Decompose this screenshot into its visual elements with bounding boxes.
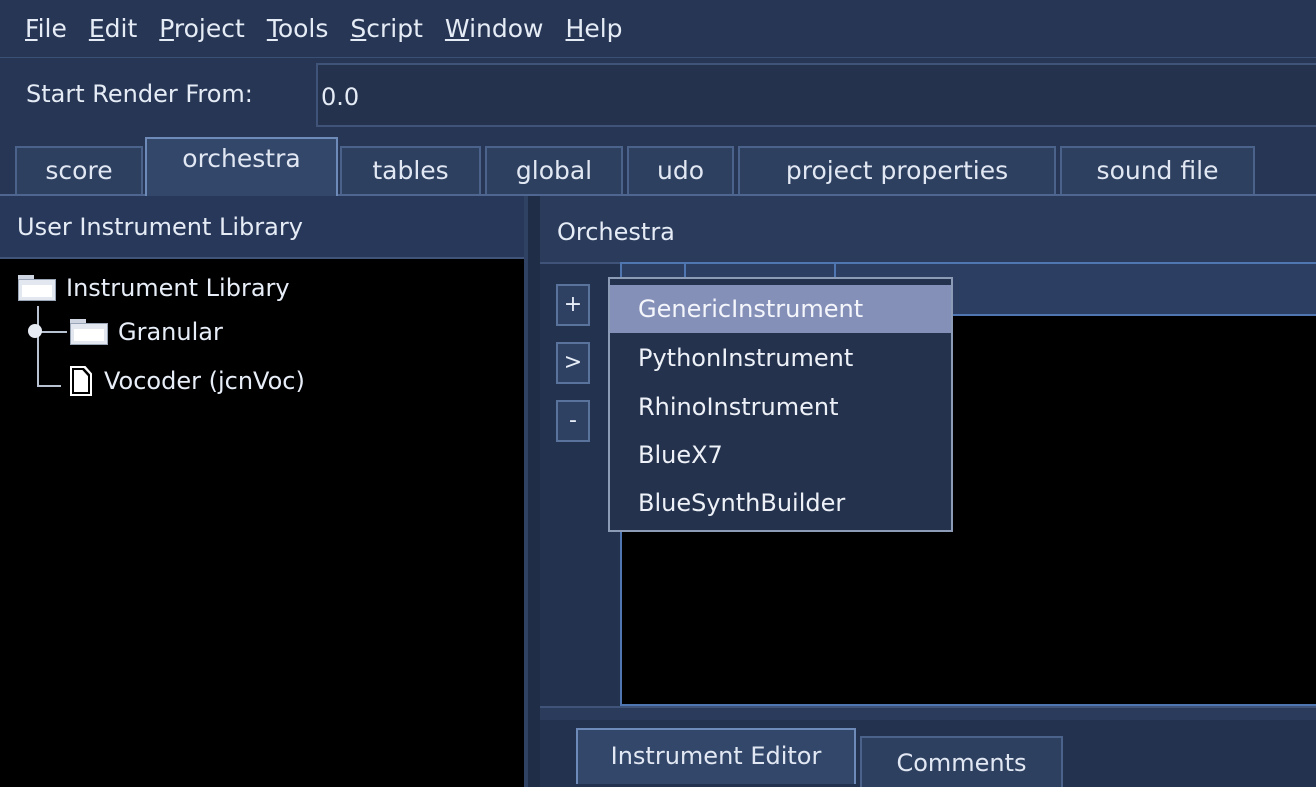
- tab-global[interactable]: global: [485, 146, 623, 194]
- tab-sound-file[interactable]: sound file: [1060, 146, 1255, 194]
- document-icon: [70, 366, 92, 396]
- menu-tools[interactable]: Tools: [267, 14, 329, 43]
- tab-instrument-editor[interactable]: Instrument Editor: [576, 728, 856, 784]
- menu-window-label: indow: [469, 14, 544, 43]
- tab-comments[interactable]: Comments: [860, 736, 1063, 787]
- tab-udo[interactable]: udo: [627, 146, 734, 194]
- menu-item-bluex7[interactable]: BlueX7: [610, 431, 951, 479]
- menu-help[interactable]: Help: [566, 14, 623, 43]
- menu-item-bluesynthbuilder[interactable]: BlueSynthBuilder: [610, 479, 951, 527]
- main-tab-bar: score orchestra tables global udo projec…: [0, 130, 1316, 196]
- menu-script-label: cript: [366, 14, 423, 43]
- menu-project-mnemonic: P: [159, 14, 174, 43]
- menu-tools-mnemonic: T: [266, 14, 278, 43]
- tree-connector-line: [37, 306, 39, 386]
- start-render-field[interactable]: 0.0: [316, 63, 1316, 127]
- tree-item-vocoder[interactable]: Vocoder (jcnVoc): [70, 366, 305, 396]
- menu-file-label: ile: [37, 14, 67, 43]
- start-render-label: Start Render From:: [26, 80, 253, 108]
- folder-icon: [70, 319, 110, 345]
- tree-root-instrument-library[interactable]: Instrument Library: [18, 274, 290, 302]
- user-instrument-library-panel: User Instrument Library Instrument Libra…: [0, 196, 528, 787]
- menu-script-mnemonic: S: [350, 14, 367, 43]
- render-toolbar: Start Render From: 0.0: [0, 58, 1316, 130]
- tab-project-properties[interactable]: project properties: [738, 146, 1056, 194]
- menu-edit-label: dit: [104, 14, 138, 43]
- menu-edit[interactable]: Edit: [89, 14, 137, 43]
- menu-project-label: roject: [173, 14, 245, 43]
- tab-orchestra[interactable]: orchestra: [145, 137, 338, 196]
- menu-window[interactable]: Window: [445, 14, 544, 43]
- menu-file[interactable]: File: [25, 14, 67, 43]
- menu-help-label: elp: [584, 14, 623, 43]
- menu-window-mnemonic: W: [444, 14, 470, 43]
- menu-item-rhino-instrument[interactable]: RhinoInstrument: [610, 383, 951, 431]
- tree-root-label: Instrument Library: [66, 274, 290, 302]
- tree-item-label: Vocoder (jcnVoc): [104, 367, 305, 395]
- menu-item-generic-instrument[interactable]: GenericInstrument: [610, 285, 951, 333]
- remove-instrument-button[interactable]: -: [556, 400, 590, 442]
- menu-project[interactable]: Project: [159, 14, 245, 43]
- menu-edit-mnemonic: E: [88, 14, 105, 43]
- application-window: File Edit Project Tools Script Window He…: [0, 0, 1316, 787]
- tree-item-granular[interactable]: Granular: [70, 318, 223, 346]
- menu-item-python-instrument[interactable]: PythonInstrument: [610, 334, 951, 382]
- tab-tables[interactable]: tables: [340, 146, 481, 194]
- folder-icon: [18, 275, 58, 301]
- menu-tools-label: ools: [277, 14, 329, 43]
- tree-connector-line: [37, 385, 61, 387]
- menubar: File Edit Project Tools Script Window He…: [0, 0, 1316, 58]
- editor-tab-bar: Instrument Editor Comments: [540, 720, 1316, 787]
- orchestra-panel-title: Orchestra: [540, 196, 1316, 264]
- menu-help-mnemonic: H: [565, 14, 585, 43]
- import-instrument-button[interactable]: >: [556, 342, 590, 384]
- menu-file-mnemonic: F: [25, 14, 38, 43]
- add-instrument-button[interactable]: +: [556, 284, 590, 326]
- add-instrument-menu: GenericInstrument PythonInstrument Rhino…: [608, 277, 953, 532]
- tab-score[interactable]: score: [15, 146, 143, 194]
- tree-item-label: Granular: [118, 318, 223, 346]
- menu-script[interactable]: Script: [350, 14, 423, 43]
- splitter-bar[interactable]: [540, 706, 1316, 720]
- expand-toggle-icon[interactable]: [28, 324, 42, 338]
- library-panel-title: User Instrument Library: [0, 196, 524, 259]
